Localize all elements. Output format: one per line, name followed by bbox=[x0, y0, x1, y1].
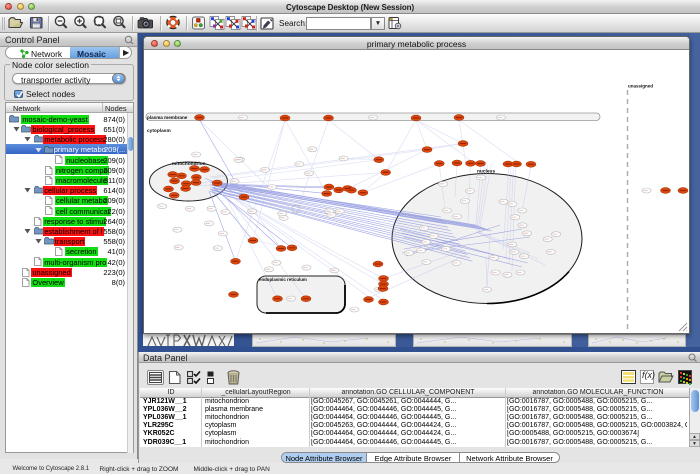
svg-text:nucleus: nucleus bbox=[477, 169, 495, 175]
svg-text:plasma membrane: plasma membrane bbox=[147, 115, 188, 120]
svg-text:unassigned: unassigned bbox=[628, 84, 653, 89]
svg-text:mitochondrion: mitochondrion bbox=[172, 161, 206, 167]
svg-text:Search:: Search: bbox=[279, 19, 307, 28]
svg-text:cytoplasm: cytoplasm bbox=[147, 128, 171, 134]
svg-text:endoplasmic reticulum: endoplasmic reticulum bbox=[259, 277, 307, 282]
